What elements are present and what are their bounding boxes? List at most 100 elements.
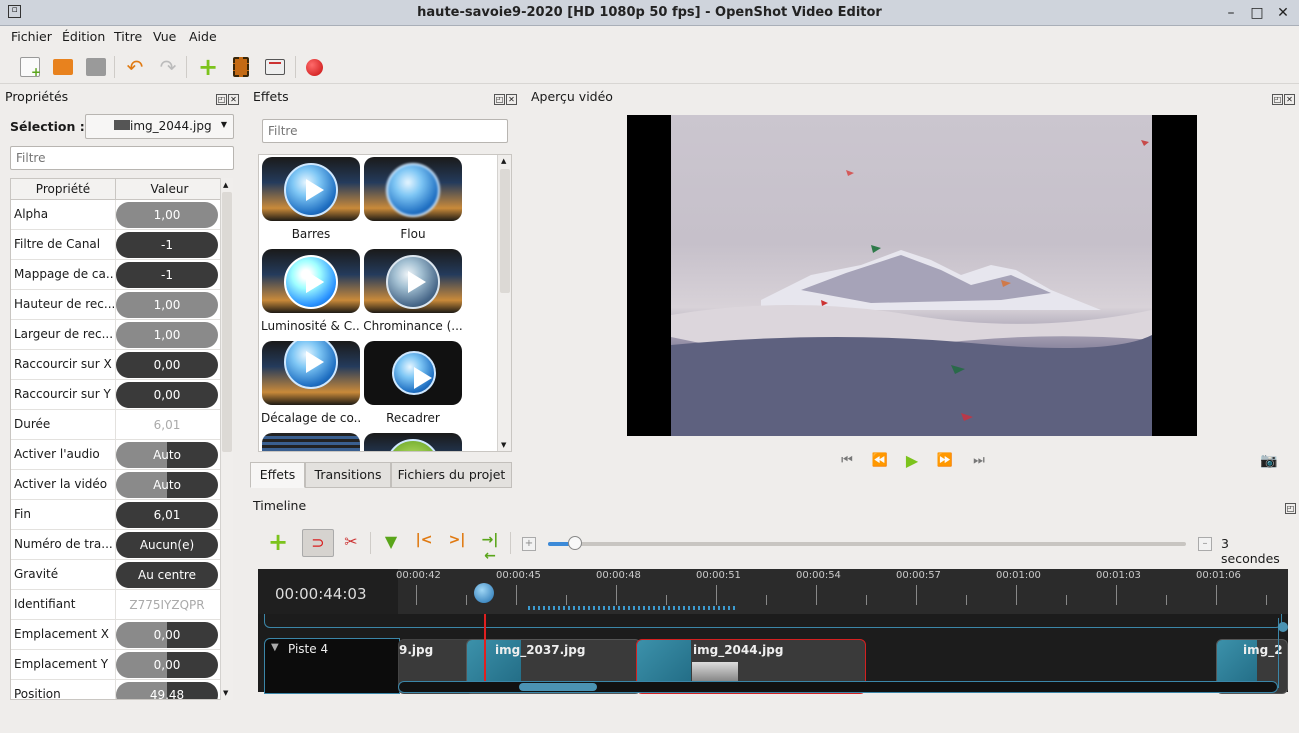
undo-icon[interactable]: ↶ <box>125 57 145 77</box>
track-header[interactable]: ▼ Piste 4 <box>264 638 400 694</box>
track-toggle-icon[interactable]: ▼ <box>271 642 279 653</box>
scrollbar-thumb[interactable] <box>222 192 232 452</box>
import-files-icon[interactable]: + <box>198 55 218 79</box>
property-row[interactable]: Raccourcir sur X 0,00 <box>11 350 221 380</box>
tab-effets[interactable]: Effets <box>250 462 305 488</box>
timeline-vscrollbar[interactable] <box>1278 618 1288 688</box>
previous-marker-icon[interactable]: |< <box>414 532 434 552</box>
close-icon[interactable]: ✕ <box>1274 4 1292 22</box>
menu-fichier[interactable]: Fichier <box>11 29 52 44</box>
property-value[interactable]: -1 <box>116 262 218 288</box>
properties-scrollbar[interactable]: ▲ ▼ <box>220 178 233 700</box>
rewind-icon[interactable]: ⏪ <box>870 452 890 470</box>
scroll-down-icon[interactable]: ▼ <box>501 441 506 449</box>
effect-item[interactable]: Flou <box>363 157 463 241</box>
property-row[interactable]: Emplacement X 0,00 <box>11 620 221 650</box>
menu-vue[interactable]: Vue <box>153 29 176 44</box>
menu-aide[interactable]: Aide <box>189 29 217 44</box>
playhead-handle[interactable] <box>474 583 494 603</box>
menu-titre[interactable]: Titre <box>114 29 142 44</box>
menu-edition[interactable]: Édition <box>62 29 105 44</box>
property-row[interactable]: Fin 6,01 <box>11 500 221 530</box>
close-dock-icon[interactable]: ✕ <box>1284 94 1295 105</box>
effect-item[interactable] <box>261 433 361 451</box>
zoom-slider-handle[interactable] <box>568 536 582 550</box>
new-project-icon[interactable]: + <box>20 57 41 79</box>
property-value[interactable]: 1,00 <box>116 322 218 348</box>
effect-item[interactable]: Luminosité & C... <box>261 249 361 333</box>
maximize-icon[interactable]: □ <box>1248 4 1266 22</box>
property-value[interactable]: 0,00 <box>116 652 218 678</box>
property-row[interactable]: Activer l'audio Auto <box>11 440 221 470</box>
snapping-magnet-icon[interactable]: ⊃ <box>302 529 334 557</box>
property-row[interactable]: Durée 6,01 <box>11 410 221 440</box>
property-value[interactable]: 0,00 <box>116 382 218 408</box>
property-value[interactable]: Aucun(e) <box>116 532 218 558</box>
close-dock-icon[interactable]: ✕ <box>228 94 239 105</box>
property-value[interactable]: Auto <box>116 442 218 468</box>
scroll-up-icon[interactable]: ▲ <box>223 181 228 189</box>
property-row[interactable]: Raccourcir sur Y 0,00 <box>11 380 221 410</box>
scrollbar-thumb[interactable] <box>1278 622 1288 632</box>
video-preview[interactable] <box>627 115 1197 436</box>
property-row[interactable]: Filtre de Canal -1 <box>11 230 221 260</box>
property-value[interactable]: 1,00 <box>116 202 218 228</box>
open-project-icon[interactable] <box>53 59 73 75</box>
add-marker-icon[interactable]: ▼ <box>381 532 401 552</box>
next-marker-icon[interactable]: >| <box>447 532 467 552</box>
selection-dropdown[interactable]: img_2044.jpg ▼ <box>85 114 234 139</box>
razor-scissors-icon[interactable]: ✂ <box>341 532 361 552</box>
effect-item[interactable]: Barres <box>261 157 361 241</box>
property-value[interactable]: 0,00 <box>116 352 218 378</box>
property-row[interactable]: Gravité Au centre <box>11 560 221 590</box>
record-icon[interactable] <box>306 59 323 76</box>
float-icon[interactable]: ◰ <box>1272 94 1283 105</box>
scroll-up-icon[interactable]: ▲ <box>501 157 506 165</box>
property-row[interactable]: Position 49,48 <box>11 680 221 699</box>
float-icon[interactable]: ◰ <box>216 94 227 105</box>
center-timeline-icon[interactable]: →|← <box>480 532 500 564</box>
property-value[interactable]: 6,01 <box>116 502 218 528</box>
fast-forward-icon[interactable]: ⏩ <box>935 452 955 470</box>
scroll-down-icon[interactable]: ▼ <box>223 689 228 697</box>
property-row[interactable]: Mappage de ca... -1 <box>11 260 221 290</box>
column-header-value[interactable]: Valeur <box>115 179 221 200</box>
property-value[interactable]: -1 <box>116 232 218 258</box>
property-row[interactable]: Hauteur de rec... 1,00 <box>11 290 221 320</box>
zoom-in-icon[interactable]: + <box>522 537 536 551</box>
save-project-icon[interactable] <box>86 58 106 76</box>
property-row[interactable]: Activer la vidéo Auto <box>11 470 221 500</box>
property-row[interactable]: Numéro de tra... Aucun(e) <box>11 530 221 560</box>
property-value[interactable]: 49,48 <box>116 682 218 699</box>
property-row[interactable]: Alpha 1,00 <box>11 200 221 230</box>
effect-item[interactable]: Chrominance (... <box>363 249 463 333</box>
property-row[interactable]: Emplacement Y 0,00 <box>11 650 221 680</box>
play-button[interactable]: ▶ <box>902 452 922 470</box>
camera-snapshot-icon[interactable]: 📷 <box>1259 452 1279 470</box>
zoom-slider[interactable] <box>548 536 1186 550</box>
float-icon[interactable]: ◰ <box>494 94 505 105</box>
fullscreen-icon[interactable] <box>265 59 285 75</box>
property-value[interactable]: Au centre <box>116 562 218 588</box>
scrollbar-thumb[interactable] <box>500 169 510 293</box>
redo-icon[interactable]: ↷ <box>158 57 178 77</box>
jump-start-icon[interactable]: ⏮ <box>837 452 857 470</box>
effect-item[interactable] <box>363 433 463 451</box>
effects-scrollbar[interactable]: ▲ ▼ <box>497 155 511 451</box>
property-value[interactable]: 1,00 <box>116 292 218 318</box>
float-icon[interactable]: ◰ <box>1285 503 1296 514</box>
effects-filter-input[interactable] <box>262 119 508 143</box>
close-dock-icon[interactable]: ✕ <box>506 94 517 105</box>
property-value[interactable]: 6,01 <box>116 412 218 438</box>
properties-filter-input[interactable] <box>10 146 234 170</box>
effect-item[interactable]: Décalage de co... <box>261 341 361 425</box>
tab-fichiers-du-projet[interactable]: Fichiers du projet <box>391 462 512 488</box>
timeline-ruler[interactable]: 00:00:44:03 00:00:42 00:00:45 00:00:48 00:0… <box>258 569 1288 614</box>
property-row[interactable]: Largeur de rec... 1,00 <box>11 320 221 350</box>
timeline-hscrollbar[interactable] <box>398 681 1278 693</box>
property-row[interactable]: Identifiant Z775IYZQPR <box>11 590 221 620</box>
minimize-icon[interactable]: – <box>1222 4 1240 22</box>
effect-item[interactable]: Recadrer <box>363 341 463 425</box>
property-value[interactable]: 0,00 <box>116 622 218 648</box>
property-value[interactable]: Z775IYZQPR <box>116 592 218 618</box>
